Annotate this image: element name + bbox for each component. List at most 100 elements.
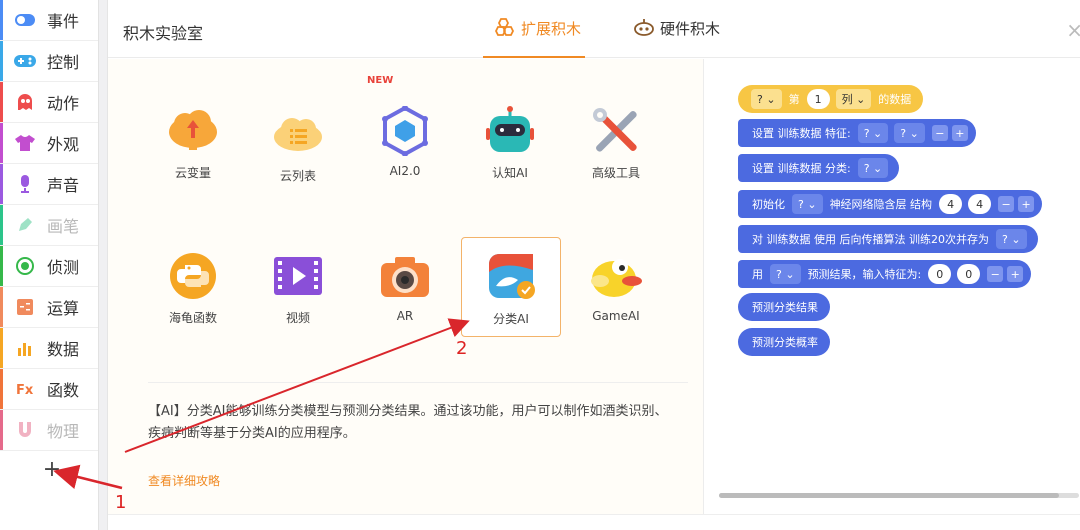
extension-label: 分类AI: [493, 312, 529, 326]
block-init-network[interactable]: 初始化 ? ⌄ 神经网络隐含层 结构 4 4 − +: [738, 190, 1043, 218]
robot-icon: [482, 106, 538, 156]
category-color-bar: [0, 410, 3, 450]
number-input[interactable]: 4: [968, 194, 992, 214]
tools-icon: [588, 106, 644, 156]
category-physics[interactable]: 物理: [0, 410, 98, 451]
category-sound[interactable]: 声音: [0, 164, 98, 205]
block-predict[interactable]: 用 ? ⌄ 预测结果，输入特征为: 0 0 − +: [738, 260, 1032, 288]
block-text: 设置 训练数据 分类:: [752, 162, 851, 175]
block-train-backprop[interactable]: 对 训练数据 使用 后向传播算法 训练20次并存为 ? ⌄: [738, 225, 1038, 253]
divider: [148, 382, 688, 383]
plus-button[interactable]: +: [951, 125, 968, 141]
cloud-list-icon: [270, 109, 326, 159]
block-text: 对 训练数据 使用 后向传播算法 训练20次并存为: [752, 233, 989, 246]
add-extension-button[interactable]: +: [40, 458, 64, 482]
category-label: 物理: [47, 422, 80, 441]
pen-icon: [14, 216, 36, 234]
block-predicted-probability[interactable]: 预测分类概率: [738, 328, 830, 356]
tab-label: 扩展积木: [521, 20, 582, 38]
extension-label: GameAI: [592, 309, 640, 323]
category-looks[interactable]: 外观: [0, 123, 98, 164]
category-motion[interactable]: 动作: [0, 82, 98, 123]
block-set-training-class[interactable]: 设置 训练数据 分类: ? ⌄: [738, 154, 900, 182]
number-input[interactable]: 0: [928, 264, 952, 284]
dropdown[interactable]: ? ⌄: [857, 123, 889, 143]
extension-label: 视频: [285, 311, 310, 325]
extension-label: 认知AI: [492, 166, 528, 180]
minus-button[interactable]: −: [998, 196, 1015, 212]
block-text: 神经网络隐含层 结构: [829, 198, 933, 211]
category-label: 声音: [47, 176, 80, 195]
category-color-bar: [0, 328, 3, 368]
category-events[interactable]: 事件: [0, 0, 98, 41]
dropdown[interactable]: ? ⌄: [792, 194, 823, 214]
film-icon: [270, 251, 326, 301]
block-text: 设置 训练数据 特征:: [752, 127, 851, 140]
hexagon-network-icon: [377, 105, 433, 157]
category-control[interactable]: 控制: [0, 41, 98, 82]
dialog-footer: [108, 514, 1080, 530]
toggle-icon: [14, 11, 36, 29]
block-text: 预测分类结果: [752, 301, 818, 314]
horizontal-scrollbar[interactable]: [719, 493, 1079, 498]
extension-cloud-list[interactable]: 云列表: [248, 95, 348, 195]
plus-button[interactable]: +: [1007, 266, 1024, 282]
block-column-data[interactable]: ? ⌄ 第 1 列 ⌄ 的数据: [738, 85, 924, 113]
number-input[interactable]: 4: [939, 194, 963, 214]
extension-cloud-variable[interactable]: 云变量: [143, 92, 243, 192]
extension-dialog: 积木实验室 扩展积木 硬件积木 × 云变量 云列表 NEW AI2.0 认知AI…: [107, 0, 1080, 530]
category-operators[interactable]: 运算: [0, 287, 98, 328]
block-text: 预测结果，输入特征为:: [807, 268, 922, 281]
category-color-bar: [0, 287, 3, 327]
extension-advanced-tools[interactable]: 高级工具: [566, 92, 666, 192]
workspace-edge: [99, 0, 107, 530]
cloud-upload-icon: [165, 106, 221, 156]
block-set-training-features[interactable]: 设置 训练数据 特征: ? ⌄ ? ⌄ − +: [738, 119, 976, 147]
dropdown[interactable]: ? ⌄: [857, 158, 889, 178]
dropdown[interactable]: ? ⌄: [995, 229, 1027, 249]
dropdown[interactable]: ? ⌄: [894, 123, 925, 143]
tab-hardware-blocks[interactable]: 硬件积木: [634, 18, 720, 58]
extension-video[interactable]: 视频: [248, 237, 348, 337]
target-icon: [14, 257, 36, 275]
minus-button[interactable]: −: [931, 125, 948, 141]
classify-icon: [484, 252, 540, 302]
extension-ai2[interactable]: NEW AI2.0: [355, 75, 455, 192]
block-text: 第: [788, 93, 800, 106]
category-functions[interactable]: Fx 函数: [0, 369, 98, 410]
category-color-bar: [0, 41, 3, 81]
view-details-link[interactable]: 查看详细攻略: [148, 472, 220, 489]
number-input[interactable]: 0: [957, 264, 981, 284]
extension-label: AR: [396, 309, 414, 323]
extension-game-ai[interactable]: GameAI: [566, 237, 666, 337]
robot-head-icon: [634, 18, 654, 40]
category-pen[interactable]: 画笔: [0, 205, 98, 246]
tab-label: 硬件积木: [660, 20, 721, 38]
dropdown[interactable]: ? ⌄: [751, 89, 782, 109]
minus-button[interactable]: −: [987, 266, 1004, 282]
block-preview-panel: ? ⌄ 第 1 列 ⌄ 的数据 设置 训练数据 特征: ? ⌄ ? ⌄ − + …: [703, 59, 1080, 514]
category-label: 外观: [47, 135, 80, 154]
category-color-bar: [0, 123, 3, 163]
scrollbar-thumb[interactable]: [719, 493, 1059, 498]
extension-turtle-functions[interactable]: 海龟函数: [143, 237, 243, 337]
extension-cognitive-ai[interactable]: 认知AI: [460, 92, 560, 192]
category-color-bar: [0, 205, 3, 245]
tab-extension-blocks[interactable]: 扩展积木: [483, 18, 585, 58]
function-icon: Fx: [14, 380, 36, 398]
category-sensing[interactable]: 侦测: [0, 246, 98, 287]
block-predicted-class[interactable]: 预测分类结果: [738, 293, 830, 321]
close-button[interactable]: ×: [1066, 18, 1080, 42]
number-input[interactable]: 1: [806, 89, 830, 109]
dropdown[interactable]: 列 ⌄: [835, 89, 872, 109]
annotation-number: 1: [115, 492, 127, 513]
extension-list-panel: 云变量 云列表 NEW AI2.0 认知AI 高级工具 海龟函数 视频 AR 分…: [108, 59, 703, 514]
bar-chart-icon: [14, 339, 36, 357]
category-label: 事件: [47, 12, 80, 31]
plus-button[interactable]: +: [1018, 196, 1035, 212]
block-text: 预测分类概率: [752, 336, 818, 349]
dropdown[interactable]: ? ⌄: [770, 264, 801, 284]
category-data[interactable]: 数据: [0, 328, 98, 369]
extension-classify-ai[interactable]: 分类AI: [461, 237, 561, 337]
extension-ar[interactable]: AR: [355, 237, 455, 337]
